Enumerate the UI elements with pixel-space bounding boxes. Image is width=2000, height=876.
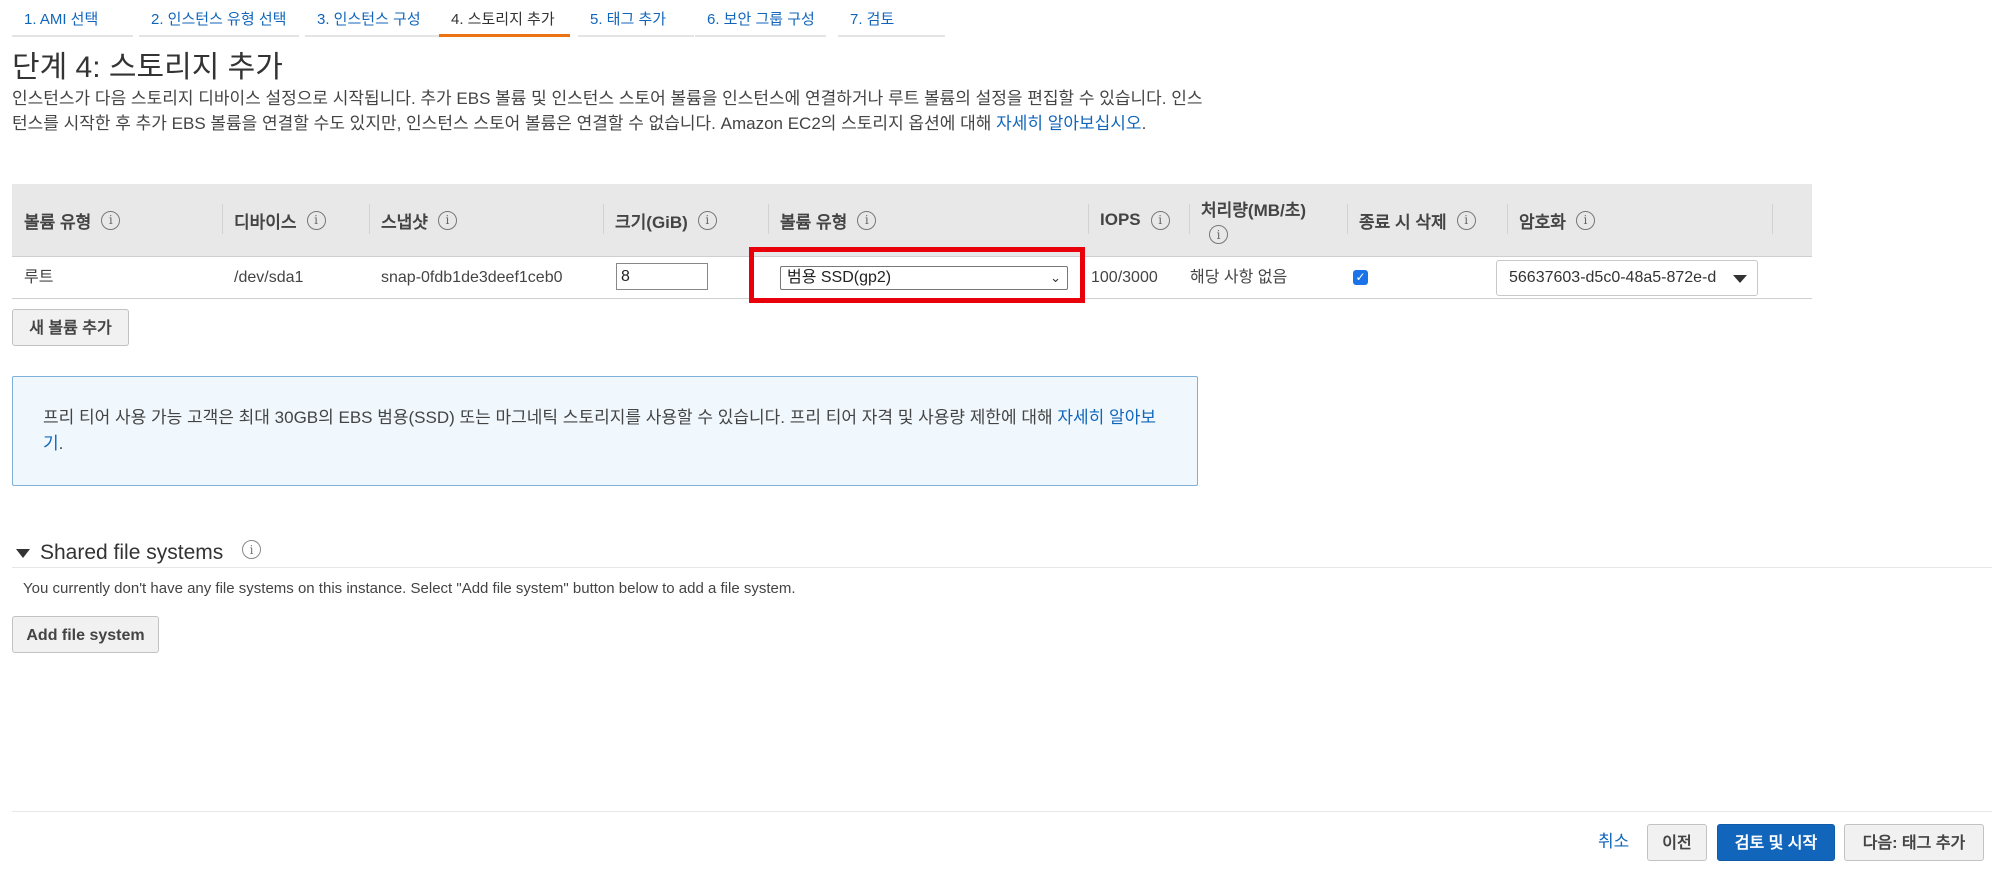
caret-down-icon (1733, 275, 1747, 283)
tab-step-add-tags[interactable]: 5. 태그 추가 (578, 0, 694, 37)
encryption-select[interactable]: 56637603-d5c0-48a5-872e-d (1496, 260, 1758, 296)
page-title: 단계 4: 스토리지 추가 (12, 51, 283, 84)
encryption-value: 56637603-d5c0-48a5-872e-d (1509, 269, 1717, 286)
header-device: 디바이스 i (222, 184, 369, 256)
free-tier-info-box: 프리 티어 사용 가능 고객은 최대 30GB의 EBS 범용(SSD) 또는 … (12, 376, 1198, 486)
page-description: 인스턴스가 다음 스토리지 디바이스 설정으로 시작됩니다. 추가 EBS 볼륨… (12, 86, 1217, 136)
previous-button[interactable]: 이전 (1647, 824, 1707, 861)
delete-on-termination-checkbox[interactable]: ✓ (1353, 270, 1368, 285)
next-add-tags-button[interactable]: 다음: 태그 추가 (1844, 824, 1984, 861)
free-tier-text: 프리 티어 사용 가능 고객은 최대 30GB의 EBS 범용(SSD) 또는 … (43, 408, 1058, 427)
cell-iops: 100/3000 (1091, 269, 1158, 286)
info-icon[interactable]: i (1456, 210, 1476, 230)
free-tier-end: . (58, 434, 64, 453)
cell-snapshot: snap-0fdb1de3deef1ceb0 (381, 269, 563, 286)
collapse-triangle-icon[interactable] (16, 549, 30, 558)
highlight-box (749, 247, 1085, 303)
cell-throughput: 해당 사항 없음 (1190, 269, 1288, 286)
info-icon[interactable]: i (101, 210, 121, 230)
header-end-separator (1772, 184, 1812, 256)
header-throughput: 처리량(MB/초) i (1189, 184, 1347, 256)
add-file-system-button[interactable]: Add file system (12, 616, 159, 653)
tab-step-review[interactable]: 7. 검토 (838, 0, 945, 37)
info-icon[interactable]: i (697, 210, 717, 230)
shared-file-systems-title[interactable]: Shared file systems (40, 540, 223, 566)
info-icon[interactable]: i (1575, 210, 1595, 230)
info-icon[interactable]: i (857, 210, 877, 230)
header-iops: IOPS i (1088, 184, 1189, 256)
footer-divider (12, 811, 1992, 812)
info-icon[interactable]: i (1150, 210, 1170, 230)
header-size: 크기(GiB) i (603, 184, 768, 256)
header-volume-type: 볼륨 유형 i (12, 184, 222, 256)
description-end: . (1141, 114, 1147, 133)
info-icon[interactable]: i (306, 210, 326, 230)
tab-step-add-storage[interactable]: 4. 스토리지 추가 (439, 0, 570, 37)
shared-file-systems-message: You currently don't have any file system… (23, 580, 796, 597)
info-icon[interactable]: i (437, 210, 457, 230)
header-snapshot: 스냅샷 i (369, 184, 603, 256)
cell-device: /dev/sda1 (234, 269, 304, 286)
tab-step-configure-instance[interactable]: 3. 인스턴스 구성 (305, 0, 439, 37)
header-ebs-volume-type: 볼륨 유형 i (768, 184, 1088, 256)
tab-step-instance-type[interactable]: 2. 인스턴스 유형 선택 (139, 0, 299, 37)
size-input[interactable] (616, 263, 708, 290)
header-encryption: 암호화 i (1507, 184, 1772, 256)
cell-volume-type: 루트 (24, 269, 54, 286)
info-icon[interactable]: i (1209, 225, 1228, 244)
add-volume-button[interactable]: 새 볼륨 추가 (12, 309, 129, 346)
tab-step-security-group[interactable]: 6. 보안 그룹 구성 (695, 0, 826, 37)
shared-file-systems-header: Shared file systems i (12, 540, 1992, 568)
info-icon[interactable]: i (242, 540, 261, 559)
cancel-link[interactable]: 취소 (1598, 830, 1629, 854)
learn-more-storage-link[interactable]: 자세히 알아보십시오 (996, 114, 1141, 133)
review-and-launch-button[interactable]: 검토 및 시작 (1717, 824, 1835, 861)
header-delete-on-termination: 종료 시 삭제 i (1347, 184, 1507, 256)
tab-step-ami[interactable]: 1. AMI 선택 (12, 0, 133, 37)
